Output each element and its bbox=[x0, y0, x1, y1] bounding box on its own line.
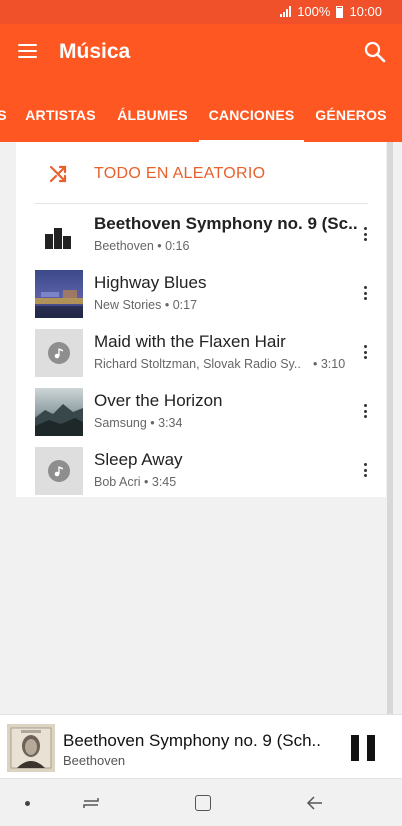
battery-percent: 100% bbox=[297, 4, 331, 19]
song-title: Maid with the Flaxen Hair bbox=[94, 332, 286, 351]
equalizer-icon bbox=[45, 222, 72, 249]
more-options-icon[interactable] bbox=[363, 404, 367, 418]
song-subtitle: Bob Acri • 3:45 bbox=[94, 475, 177, 489]
scrollbar[interactable] bbox=[387, 142, 393, 714]
status-bar: 100% 10:00 bbox=[0, 0, 402, 24]
song-title: Beethoven Symphony no. 9 (Sc.. bbox=[94, 214, 358, 233]
tab-artistas[interactable]: ARTISTAS bbox=[18, 82, 103, 142]
song-subtitle: Beethoven • 0:16 bbox=[94, 239, 190, 253]
song-title: Highway Blues bbox=[94, 273, 207, 292]
search-icon[interactable] bbox=[364, 41, 386, 63]
home-icon[interactable] bbox=[195, 795, 211, 811]
now-playing-title: Beethoven Symphony no. 9 (Sch.. bbox=[63, 731, 321, 750]
tab-generos[interactable]: GÉNEROS bbox=[310, 82, 392, 142]
song-row-highway-blues[interactable]: Highway Blues New Stories • 0:17 bbox=[16, 263, 386, 322]
shuffle-icon bbox=[49, 165, 67, 183]
back-icon[interactable] bbox=[306, 794, 324, 812]
song-title: Over the Horizon bbox=[94, 391, 223, 410]
song-title: Sleep Away bbox=[94, 450, 183, 469]
system-nav-bar bbox=[0, 778, 402, 826]
song-row-over-the-horizon[interactable]: Over the Horizon Samsung • 3:34 bbox=[16, 381, 386, 440]
song-row-beethoven[interactable]: Beethoven Symphony no. 9 (Sc.. Beethoven… bbox=[16, 204, 386, 263]
shuffle-all-button[interactable]: TODO EN ALEATORIO bbox=[16, 142, 386, 204]
more-options-icon[interactable] bbox=[363, 227, 367, 241]
now-playing-artist: Beethoven bbox=[63, 753, 126, 768]
song-subtitle: Samsung • 3:34 bbox=[94, 416, 183, 430]
tab-canciones[interactable]: CANCIONES bbox=[199, 82, 304, 142]
hamburger-menu-icon[interactable] bbox=[18, 44, 37, 58]
album-art-over-the-horizon bbox=[35, 388, 83, 436]
song-duration: • 3:10 bbox=[313, 357, 346, 371]
music-note-icon bbox=[35, 329, 83, 377]
tab-bar: S ARTISTAS ÁLBUMES CANCIONES GÉNEROS bbox=[0, 82, 402, 142]
song-list: TODO EN ALEATORIO Beethoven Symphony no.… bbox=[16, 142, 386, 497]
music-note-icon bbox=[35, 447, 83, 495]
signal-icon bbox=[280, 6, 292, 17]
app-bar: Música bbox=[0, 24, 402, 82]
album-art-highway-blues bbox=[35, 270, 83, 318]
battery-icon bbox=[336, 5, 344, 18]
mini-player[interactable]: Beethoven Symphony no. 9 (Sch.. Beethove… bbox=[0, 714, 402, 778]
song-subtitle: Richard Stoltzman, Slovak Radio Sy.. bbox=[94, 357, 301, 371]
more-options-icon[interactable] bbox=[363, 345, 367, 359]
recent-apps-icon[interactable] bbox=[82, 795, 100, 811]
clock: 10:00 bbox=[349, 4, 382, 19]
tab-albumes[interactable]: ÁLBUMES bbox=[110, 82, 195, 142]
pause-icon[interactable] bbox=[351, 735, 375, 761]
song-row-sleep-away[interactable]: Sleep Away Bob Acri • 3:45 bbox=[16, 440, 386, 499]
song-subtitle: New Stories • 0:17 bbox=[94, 298, 198, 312]
shuffle-all-label: TODO EN ALEATORIO bbox=[94, 165, 266, 182]
more-options-icon[interactable] bbox=[363, 286, 367, 300]
album-art-beethoven bbox=[7, 724, 55, 772]
nav-dot-icon[interactable] bbox=[25, 801, 30, 806]
tab-partial[interactable]: S bbox=[0, 82, 8, 142]
more-options-icon[interactable] bbox=[363, 463, 367, 477]
song-row-maid-flaxen-hair[interactable]: Maid with the Flaxen Hair Richard Stoltz… bbox=[16, 322, 386, 381]
page-title: Música bbox=[59, 40, 131, 63]
